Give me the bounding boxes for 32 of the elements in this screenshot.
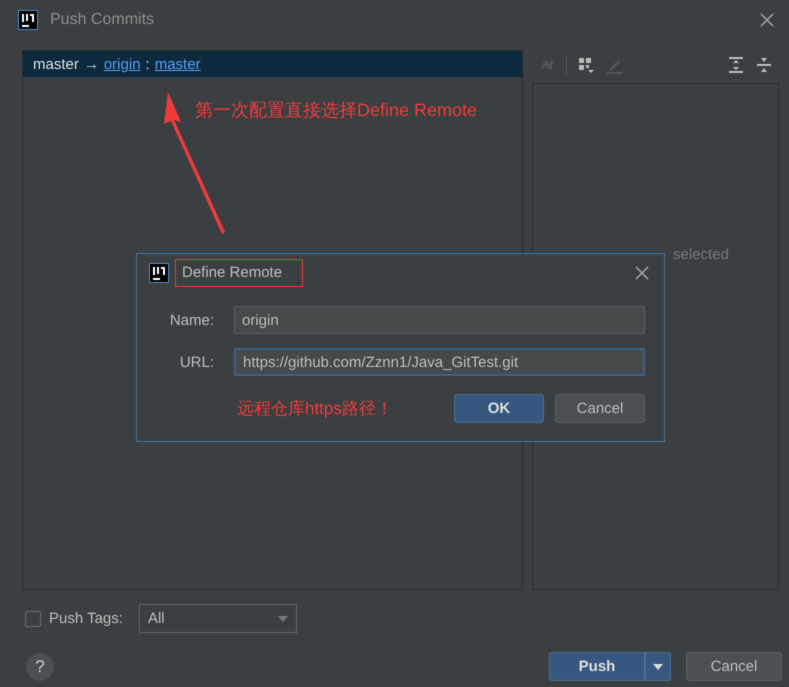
ok-button[interactable]: OK bbox=[454, 394, 544, 423]
caret-icon bbox=[653, 664, 663, 670]
push-tags-label: Push Tags: bbox=[49, 610, 123, 627]
separator-text: : bbox=[146, 56, 150, 72]
branch-row[interactable]: master → origin : master bbox=[23, 51, 522, 77]
dropdown-value: All bbox=[148, 610, 165, 627]
app-logo-icon bbox=[18, 10, 38, 30]
empty-text: selected bbox=[673, 246, 729, 263]
dropdown-button[interactable] bbox=[645, 652, 671, 681]
dialog-title: Define Remote bbox=[175, 259, 304, 287]
push-tags-checkbox[interactable] bbox=[25, 610, 41, 626]
expand-all-icon[interactable] bbox=[727, 56, 745, 74]
branch-name: master bbox=[33, 56, 79, 72]
annotation-text: 第一次配置直接选择Define Remote bbox=[195, 99, 478, 122]
arrow-text: → bbox=[84, 56, 99, 72]
input-field[interactable]: origin bbox=[234, 306, 645, 334]
field-label: URL: bbox=[178, 354, 215, 370]
window-title: Push Commits bbox=[50, 11, 156, 29]
tags-dropdown[interactable]: All bbox=[138, 604, 297, 633]
push-button[interactable]: Push bbox=[549, 652, 645, 681]
cancel-button[interactable]: Cancel bbox=[686, 652, 782, 681]
field-label: Name: bbox=[168, 312, 215, 328]
collapse-all-icon[interactable] bbox=[755, 56, 773, 74]
help-button[interactable]: ? bbox=[26, 652, 54, 680]
input-field[interactable]: https://github.com/Zznn1/Java_GitTest.git bbox=[234, 348, 645, 376]
target-branch-link[interactable]: master bbox=[154, 56, 201, 72]
cancel-button[interactable]: Cancel bbox=[555, 394, 645, 423]
annotation-text: 远程仓库https路径！ bbox=[237, 398, 394, 420]
remote-link[interactable]: origin bbox=[104, 56, 141, 72]
app-logo-icon bbox=[149, 263, 169, 283]
grid-icon[interactable] bbox=[577, 56, 595, 74]
caret-icon bbox=[278, 616, 288, 622]
